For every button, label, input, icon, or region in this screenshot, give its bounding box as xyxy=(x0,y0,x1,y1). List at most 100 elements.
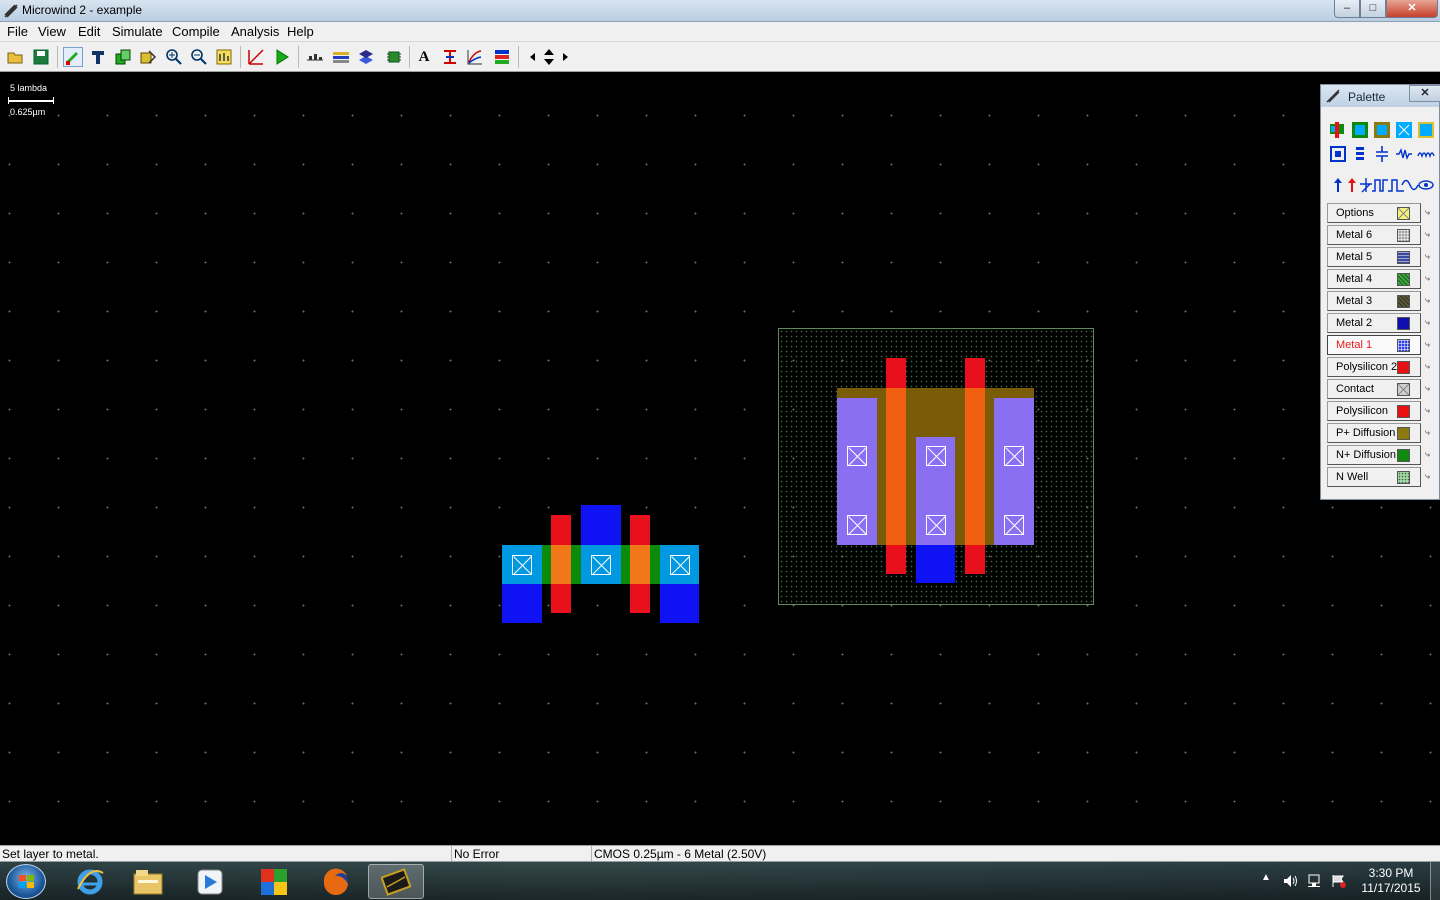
layer-button-contact[interactable]: Contact xyxy=(1327,379,1421,399)
layer-label: Polysilicon 2 xyxy=(1336,361,1398,373)
layer-swatch xyxy=(1397,339,1410,352)
duplicate-icon[interactable] xyxy=(113,47,133,67)
layer-label: Metal 3 xyxy=(1336,295,1373,307)
maximize-button[interactable]: □ xyxy=(1360,0,1386,18)
layer-button-metal-2[interactable]: Metal 2 xyxy=(1327,313,1421,333)
layer-visibility-icon[interactable]: ⤷ xyxy=(1425,405,1437,416)
close-button[interactable]: ✕ xyxy=(1386,0,1438,18)
volume-icon[interactable] xyxy=(1283,874,1299,888)
layer-label: Metal 1 xyxy=(1336,339,1373,351)
layer-visibility-icon[interactable]: ⤷ xyxy=(1425,251,1437,262)
layer-visibility-icon[interactable]: ⤷ xyxy=(1425,471,1437,482)
layout-canvas[interactable]: 5 lambda 0.625µm xyxy=(0,73,1440,845)
microwind-icon[interactable] xyxy=(368,864,424,899)
internet-explorer-icon[interactable] xyxy=(62,864,118,899)
electrical-icon[interactable] xyxy=(465,47,485,67)
via-tool-icon[interactable] xyxy=(1395,121,1413,139)
n-contact-tool-icon[interactable] xyxy=(1351,121,1369,139)
layer-button-metal-1[interactable]: Metal 1 xyxy=(1327,335,1421,355)
layer-button-metal-5[interactable]: Metal 5 xyxy=(1327,247,1421,267)
text-icon[interactable]: A xyxy=(414,47,434,67)
move-icon[interactable] xyxy=(138,47,158,67)
firefox-icon[interactable] xyxy=(308,864,364,899)
file-explorer-icon[interactable] xyxy=(120,864,176,899)
contact-icon xyxy=(512,555,532,575)
layer-button-n-well[interactable]: N Well xyxy=(1327,467,1421,487)
action-center-icon[interactable] xyxy=(1331,874,1347,888)
zoom-out-icon[interactable] xyxy=(189,47,209,67)
window-title: Microwind 2 - example xyxy=(22,3,143,17)
view-all-icon[interactable] xyxy=(214,47,234,67)
layer-button-polysilicon[interactable]: Polysilicon xyxy=(1327,401,1421,421)
layer-visibility-icon[interactable]: ⤷ xyxy=(1425,229,1437,240)
layer-icon[interactable] xyxy=(492,47,512,67)
scale-lambda-label: 5 lambda xyxy=(10,83,48,93)
layer-visibility-icon[interactable]: ⤷ xyxy=(1425,383,1437,394)
layer-label: Metal 2 xyxy=(1336,317,1373,329)
transistor-channel-1 xyxy=(551,545,571,584)
inductor-tool-icon[interactable] xyxy=(1417,145,1435,163)
show-hidden-icons-icon[interactable]: ▲ xyxy=(1261,872,1271,883)
p-contact-tool-icon[interactable] xyxy=(1373,121,1391,139)
connect-icon[interactable] xyxy=(440,47,460,67)
open-icon[interactable] xyxy=(6,47,26,67)
layer-button-options[interactable]: Options xyxy=(1327,203,1421,223)
menu-help[interactable]: Help xyxy=(287,24,314,39)
layer-visibility-icon[interactable]: ⤷ xyxy=(1425,339,1437,350)
menu-edit[interactable]: Edit xyxy=(78,24,100,39)
measure-icon[interactable] xyxy=(246,47,266,67)
menu-file[interactable]: File xyxy=(7,24,28,39)
layer-visibility-icon[interactable]: ⤷ xyxy=(1425,295,1437,306)
layer-swatch xyxy=(1397,251,1410,264)
pad-tool-icon[interactable] xyxy=(1329,145,1347,163)
windows-flag-icon[interactable] xyxy=(246,864,302,899)
save-icon[interactable] xyxy=(31,47,51,67)
via-stack-tool-icon[interactable] xyxy=(1417,121,1435,139)
layer-label: Metal 4 xyxy=(1336,273,1373,285)
layer-visibility-icon[interactable]: ⤷ xyxy=(1425,449,1437,460)
layer-button-polysilicon-2[interactable]: Polysilicon 2 xyxy=(1327,357,1421,377)
layer-label: N+ Diffusion xyxy=(1336,449,1397,461)
layer-label: Contact xyxy=(1336,383,1374,395)
clock-time: 3:30 PM xyxy=(1368,866,1414,880)
layer-button-metal-4[interactable]: Metal 4 xyxy=(1327,269,1421,289)
run-simulation-icon[interactable] xyxy=(272,47,292,67)
draw-box-icon[interactable] xyxy=(63,47,83,67)
capacitor-tool-icon[interactable] xyxy=(1373,145,1391,163)
contact-icon xyxy=(926,515,946,535)
layer-visibility-icon[interactable]: ⤷ xyxy=(1425,207,1437,218)
show-desktop-button[interactable] xyxy=(1430,862,1440,900)
layer-visibility-icon[interactable]: ⤷ xyxy=(1425,427,1437,438)
visible-node-tool-icon[interactable] xyxy=(1417,176,1435,194)
start-button[interactable] xyxy=(6,864,46,899)
minimize-button[interactable]: – xyxy=(1334,0,1360,18)
layer-palette[interactable]: Palette ✕ Options ⤷ Metal 6 ⤷ Metal 5 ⤷ Metal … xyxy=(1320,84,1440,500)
layer-button-metal-6[interactable]: Metal 6 xyxy=(1327,225,1421,245)
menu-analysis[interactable]: Analysis xyxy=(231,24,279,39)
bus-tool-icon[interactable] xyxy=(1351,145,1369,163)
chip-view-icon[interactable] xyxy=(384,47,404,67)
3d-view-icon[interactable] xyxy=(356,47,376,67)
layer-visibility-icon[interactable]: ⤷ xyxy=(1425,273,1437,284)
layer-button-n-diffusion[interactable]: N+ Diffusion xyxy=(1327,445,1421,465)
zoom-in-icon[interactable] xyxy=(164,47,184,67)
nmos-tool-icon[interactable] xyxy=(1329,121,1347,139)
palette-close-button[interactable]: ✕ xyxy=(1409,85,1440,102)
layer-button-p-diffusion[interactable]: P+ Diffusion xyxy=(1327,423,1421,443)
menu-view[interactable]: View xyxy=(38,24,66,39)
layer-visibility-icon[interactable]: ⤷ xyxy=(1425,361,1437,372)
network-icon[interactable] xyxy=(1307,874,1323,888)
media-player-icon[interactable] xyxy=(182,864,238,899)
windows-logo-icon xyxy=(19,875,34,888)
edit-icon[interactable] xyxy=(88,47,108,67)
menu-simulate[interactable]: Simulate xyxy=(112,24,163,39)
resistor-tool-icon[interactable] xyxy=(1395,145,1413,163)
system-clock[interactable]: 3:30 PM 11/17/2015 xyxy=(1356,866,1426,896)
scroll-right-icon[interactable] xyxy=(555,47,575,67)
process-section-icon[interactable] xyxy=(305,47,325,67)
layer-button-metal-3[interactable]: Metal 3 xyxy=(1327,291,1421,311)
layer-swatch xyxy=(1397,361,1410,374)
menu-compile[interactable]: Compile xyxy=(172,24,220,39)
layer-visibility-icon[interactable]: ⤷ xyxy=(1425,317,1437,328)
cross-section-icon[interactable] xyxy=(331,47,351,67)
